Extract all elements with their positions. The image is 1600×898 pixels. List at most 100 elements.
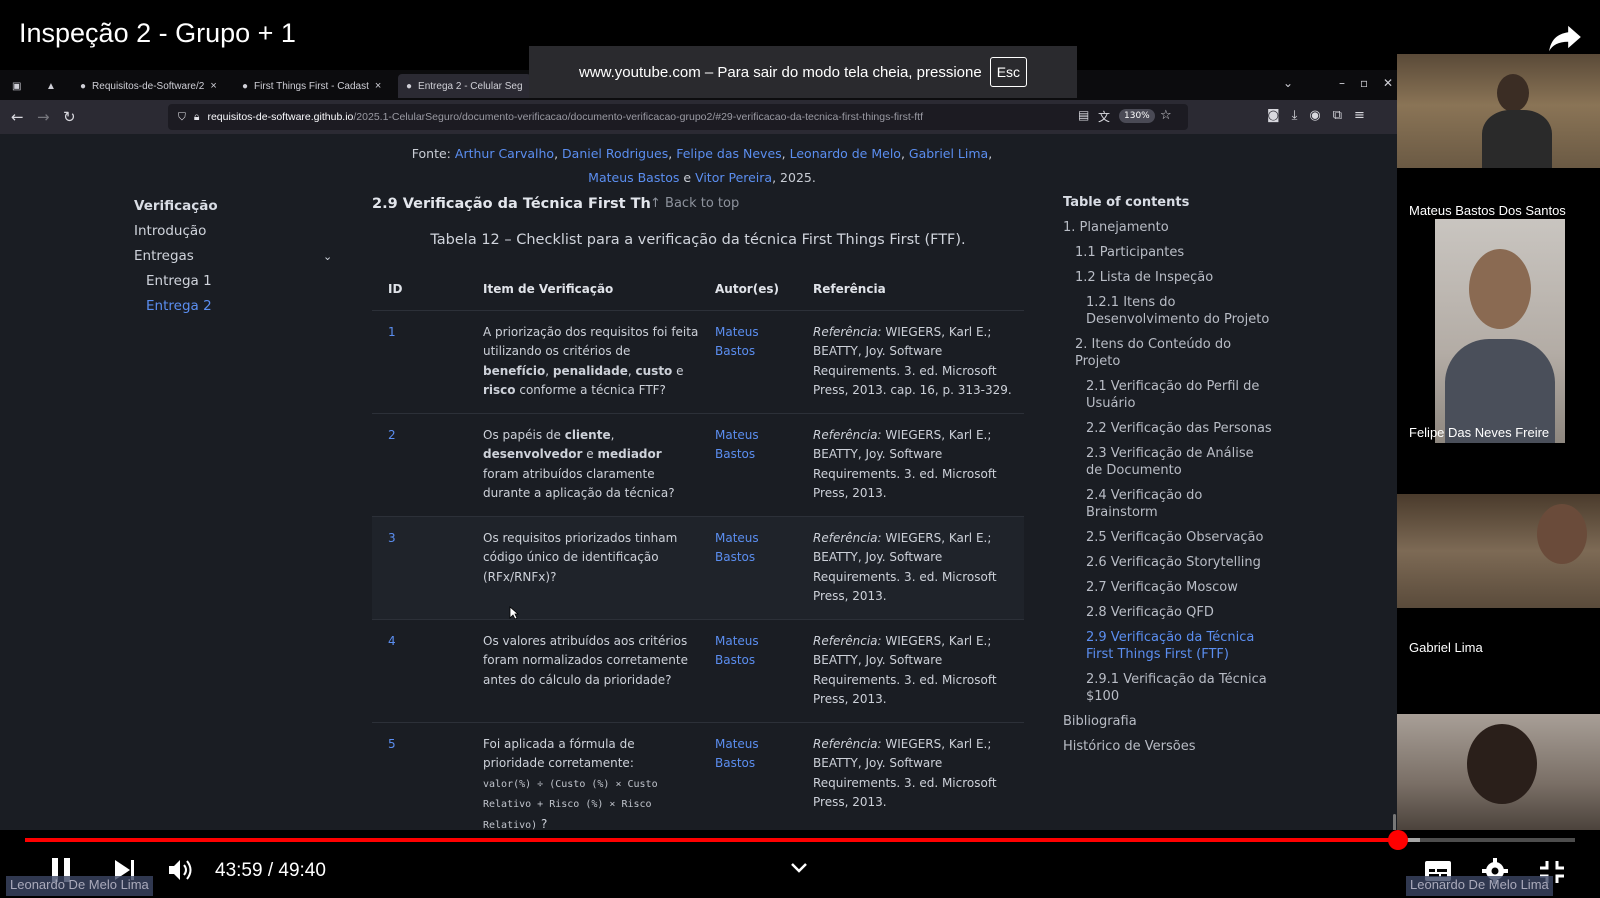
author-link[interactable]: Felipe das Neves [676, 146, 781, 161]
nav-bar: ← → ↻ ⛉ 🔒︎ requisitos-de-software.github… [0, 100, 1397, 134]
bookmark-star-icon[interactable]: ☆ [1160, 108, 1172, 123]
toc-item[interactable]: 2.4 Verificação do Brainstorm [1063, 487, 1273, 521]
row-id-link[interactable]: 5 [372, 722, 467, 830]
toc-heading: Table of contents [1063, 195, 1190, 210]
forward-arrow-icon[interactable]: → [37, 108, 50, 126]
mouse-cursor-icon [509, 606, 519, 620]
row-reference: Referência: WIEGERS, Karl E.; BEATTY, Jo… [797, 722, 1024, 830]
shield-icon[interactable]: ⛉ [178, 111, 186, 124]
participant-tile[interactable]: Gabriel Lima [1397, 494, 1600, 714]
row-author-link[interactable]: Mateus Bastos [699, 516, 797, 620]
minimize-icon[interactable]: – [1339, 76, 1345, 90]
tab-entrega-2[interactable]: ● Entrega 2 - Celular Seg [398, 74, 531, 98]
row-id-link[interactable]: 2 [372, 413, 467, 517]
speaker-label: Leonardo De Melo Lima [6, 876, 153, 896]
lock-icon[interactable]: 🔒︎ [194, 111, 200, 124]
back-to-top-button[interactable]: ↑ Back to top [650, 196, 739, 211]
toc-item[interactable]: 2.2 Verificação das Personas [1063, 420, 1273, 437]
restore-icon[interactable]: ▫ [1360, 76, 1368, 90]
participant-tile[interactable] [1397, 714, 1600, 830]
volume-icon[interactable] [167, 857, 195, 883]
progress-scrubber[interactable] [1388, 830, 1409, 850]
close-window-icon[interactable]: ✕ [1383, 76, 1393, 90]
participant-video [1397, 714, 1600, 830]
chevron-down-icon[interactable] [790, 862, 808, 874]
participant-name: Gabriel Lima [1409, 640, 1483, 655]
close-tab-icon[interactable]: × [375, 80, 381, 92]
close-tab-icon[interactable]: × [210, 80, 216, 92]
toc-item[interactable]: 1. Planejamento [1063, 219, 1273, 236]
left-nav-item-entrega-1[interactable]: Entrega 1 [134, 269, 334, 294]
row-author-link[interactable]: Mateus Bastos [699, 619, 797, 723]
table-of-contents: Table of contents 1. Planejamento 1.1 Par… [1063, 194, 1273, 763]
checklist-table: ID Item de Verificação Autor(es) Referên… [372, 268, 1024, 830]
toc-item[interactable]: 2.9 Verificação da Técnica First Things … [1063, 629, 1273, 663]
back-arrow-icon[interactable]: ← [11, 108, 24, 126]
reader-view-icon[interactable]: ▤ [1078, 108, 1089, 122]
reload-icon[interactable]: ↻ [63, 108, 76, 126]
participant-video [1397, 494, 1600, 608]
tab-list-chevron-icon[interactable]: ⌄ [1283, 76, 1293, 90]
row-author-link[interactable]: Mateus Bastos [699, 413, 797, 517]
table-row: 2 Os papéis de cliente, desenvolvedor e … [372, 413, 1024, 517]
progress-bar[interactable] [25, 830, 1575, 850]
toc-item[interactable]: 2.6 Verificação Storytelling [1063, 554, 1273, 571]
toc-item[interactable]: 1.2.1 Itens do Desenvolvimento do Projet… [1063, 294, 1273, 328]
author-link[interactable]: Leonardo de Melo [790, 146, 901, 161]
arrow-up-icon: ↑ [650, 196, 661, 211]
download-icon[interactable]: ⤓ [1292, 108, 1298, 123]
toc-item[interactable]: 2.5 Verificação Observação [1063, 529, 1273, 546]
menu-icon[interactable]: ≡ [1354, 108, 1365, 123]
toc-item[interactable]: 2.1 Verificação do Perfil de Usuário [1063, 378, 1273, 412]
row-author-link[interactable]: Mateus Bastos [699, 310, 797, 414]
video-title: Inspeção 2 - Grupo + 1 [19, 18, 296, 48]
row-author-link[interactable]: Mateus Bastos [699, 722, 797, 830]
author-link[interactable]: Vitor Pereira [695, 170, 772, 185]
row-reference: Referência: WIEGERS, Karl E.; BEATTY, Jo… [797, 516, 1024, 620]
left-nav-item-entregas[interactable]: Entregas ⌄ [134, 244, 334, 269]
share-icon[interactable] [1545, 18, 1585, 56]
participants-panel: Mateus Bastos Dos Santos Felipe Das Neve… [1397, 54, 1600, 830]
tab-pinned[interactable]: ▲ [38, 74, 64, 98]
translate-icon[interactable]: 文 [1098, 108, 1110, 125]
row-id-link[interactable]: 3 [372, 516, 467, 620]
left-nav-item-introducao[interactable]: Introdução [134, 219, 334, 244]
row-reference: Referência: WIEGERS, Karl E.; BEATTY, Jo… [797, 413, 1024, 517]
column-header: Item de Verificação [467, 268, 699, 311]
row-id-link[interactable]: 4 [372, 619, 467, 723]
toc-item[interactable]: 2.3 Verificação de Análise de Documento [1063, 445, 1273, 479]
row-item: A priorização dos requisitos foi feita u… [467, 310, 699, 414]
zoom-level[interactable]: 130% [1119, 109, 1155, 123]
table-header-row: ID Item de Verificação Autor(es) Referên… [372, 268, 1024, 311]
chevron-down-icon[interactable]: ⌄ [323, 244, 332, 269]
toc-item[interactable]: 2. Itens do Conteúdo do Projeto [1063, 336, 1273, 370]
left-nav-item-entrega-2[interactable]: Entrega 2 [134, 294, 334, 319]
toc-item[interactable]: 1.1 Participantes [1063, 244, 1273, 261]
toc-item[interactable]: 1.2 Lista de Inspeção [1063, 269, 1273, 286]
pocket-icon[interactable]: ◙ [1267, 108, 1280, 123]
toc-item[interactable]: Bibliografia [1063, 713, 1273, 730]
author-link[interactable]: Arthur Carvalho [455, 146, 554, 161]
account-icon[interactable]: ◉ [1309, 108, 1320, 123]
toc-item[interactable]: 2.7 Verificação Moscow [1063, 579, 1273, 596]
row-id-link[interactable]: 1 [372, 310, 467, 414]
toc-item[interactable]: 2.8 Verificação QFD [1063, 604, 1273, 621]
toc-item[interactable]: Histórico de Versões [1063, 738, 1273, 755]
tab-first-things-first[interactable]: ● First Things First - Cadast × [234, 74, 389, 98]
browser-window: ▣ ▲ ● Requisitos-de-Software/2 × ● First… [0, 70, 1397, 830]
author-link[interactable]: Mateus Bastos [588, 170, 679, 185]
page-scrollbar[interactable] [1393, 814, 1396, 830]
progress-played [25, 838, 1399, 842]
row-reference: Referência: WIEGERS, Karl E.; BEATTY, Jo… [797, 619, 1024, 723]
participant-tile[interactable]: Mateus Bastos Dos Santos [1397, 54, 1600, 219]
url-bar[interactable]: ⛉ 🔒︎ requisitos-de-software.github.io/20… [168, 104, 1188, 130]
author-link[interactable]: Daniel Rodrigues [562, 146, 668, 161]
tab-overview-icon[interactable]: ▣ [4, 74, 29, 98]
toc-item[interactable]: 2.9.1 Verificação da Técnica $100 [1063, 671, 1273, 705]
tab-github[interactable]: ● Requisitos-de-Software/2 × [72, 74, 225, 98]
participant-tile[interactable]: Felipe Das Neves Freire [1397, 219, 1600, 494]
left-nav-heading[interactable]: Verificação [134, 194, 334, 219]
row-item: Os papéis de cliente, desenvolvedor e me… [467, 413, 699, 517]
author-link[interactable]: Gabriel Lima [909, 146, 988, 161]
extensions-icon[interactable]: ⧉ [1333, 108, 1342, 123]
